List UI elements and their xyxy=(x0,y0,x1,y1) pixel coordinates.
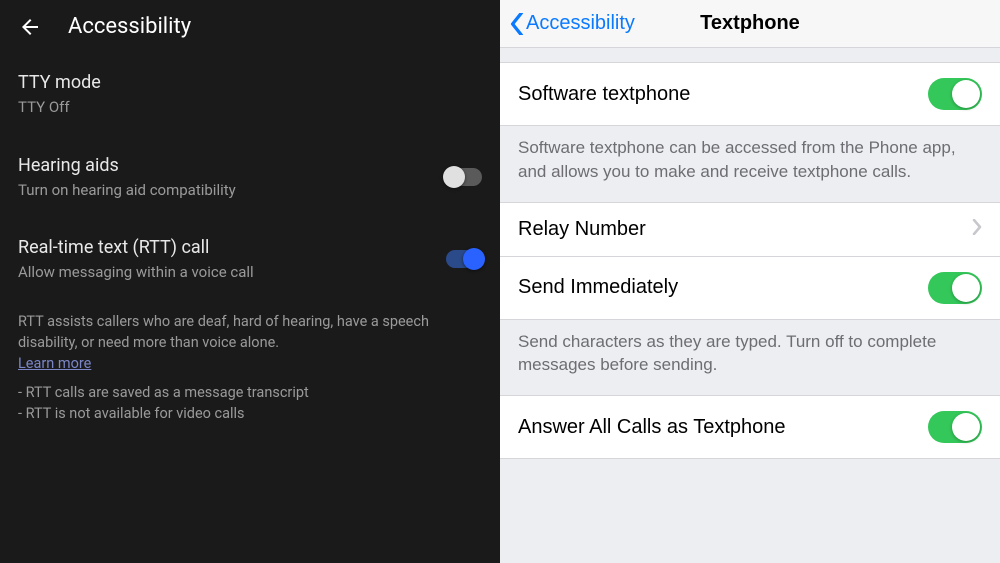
page-title: Accessibility xyxy=(68,14,191,39)
relay-number-row[interactable]: Relay Number xyxy=(500,202,1000,257)
row-label: Software textphone xyxy=(518,83,928,106)
rtt-toggle[interactable] xyxy=(446,250,482,268)
setting-title: Hearing aids xyxy=(18,154,446,178)
android-header: Accessibility xyxy=(0,0,500,53)
software-textphone-row[interactable]: Software textphone xyxy=(500,62,1000,126)
setting-title: Real-time text (RTT) call xyxy=(18,236,446,260)
setting-title: TTY mode xyxy=(18,71,482,95)
software-textphone-footer: Software textphone can be accessed from … xyxy=(500,126,1000,202)
back-button[interactable]: Accessibility xyxy=(510,12,635,35)
setting-subtitle: Turn on hearing aid compatibility xyxy=(18,180,446,200)
rtt-description: RTT assists callers who are deaf, hard o… xyxy=(18,313,429,351)
send-immediately-row[interactable]: Send Immediately xyxy=(500,257,1000,320)
answer-all-calls-row[interactable]: Answer All Calls as Textphone xyxy=(500,395,1000,459)
back-arrow-icon[interactable] xyxy=(18,15,42,39)
learn-more-link[interactable]: Learn more xyxy=(18,355,91,372)
rtt-bullet: - RTT calls are saved as a message trans… xyxy=(18,382,482,403)
answer-all-calls-toggle[interactable] xyxy=(928,411,982,443)
ios-textphone-panel: Accessibility Textphone Software textpho… xyxy=(500,0,1000,563)
row-label: Answer All Calls as Textphone xyxy=(518,416,928,439)
back-label: Accessibility xyxy=(526,12,635,35)
send-immediately-toggle[interactable] xyxy=(928,272,982,304)
android-accessibility-panel: Accessibility TTY mode TTY Off Hearing a… xyxy=(0,0,500,563)
ios-header: Accessibility Textphone xyxy=(500,0,1000,48)
page-title: Textphone xyxy=(700,12,800,35)
rtt-footer-text: RTT assists callers who are deaf, hard o… xyxy=(0,301,500,424)
setting-subtitle: Allow messaging within a voice call xyxy=(18,262,446,282)
software-textphone-toggle[interactable] xyxy=(928,78,982,110)
chevron-right-icon xyxy=(972,218,982,241)
tty-mode-item[interactable]: TTY mode TTY Off xyxy=(18,53,482,136)
chevron-left-icon xyxy=(510,13,524,35)
rtt-call-item[interactable]: Real-time text (RTT) call Allow messagin… xyxy=(18,218,482,301)
rtt-bullet: - RTT is not available for video calls xyxy=(18,403,482,424)
hearing-aids-item[interactable]: Hearing aids Turn on hearing aid compati… xyxy=(18,136,482,219)
setting-subtitle: TTY Off xyxy=(18,97,482,117)
android-settings-list: TTY mode TTY Off Hearing aids Turn on he… xyxy=(0,53,500,301)
row-label: Relay Number xyxy=(518,218,972,241)
hearing-aids-toggle[interactable] xyxy=(446,168,482,186)
send-immediately-footer: Send characters as they are typed. Turn … xyxy=(500,320,1000,396)
row-label: Send Immediately xyxy=(518,276,928,299)
